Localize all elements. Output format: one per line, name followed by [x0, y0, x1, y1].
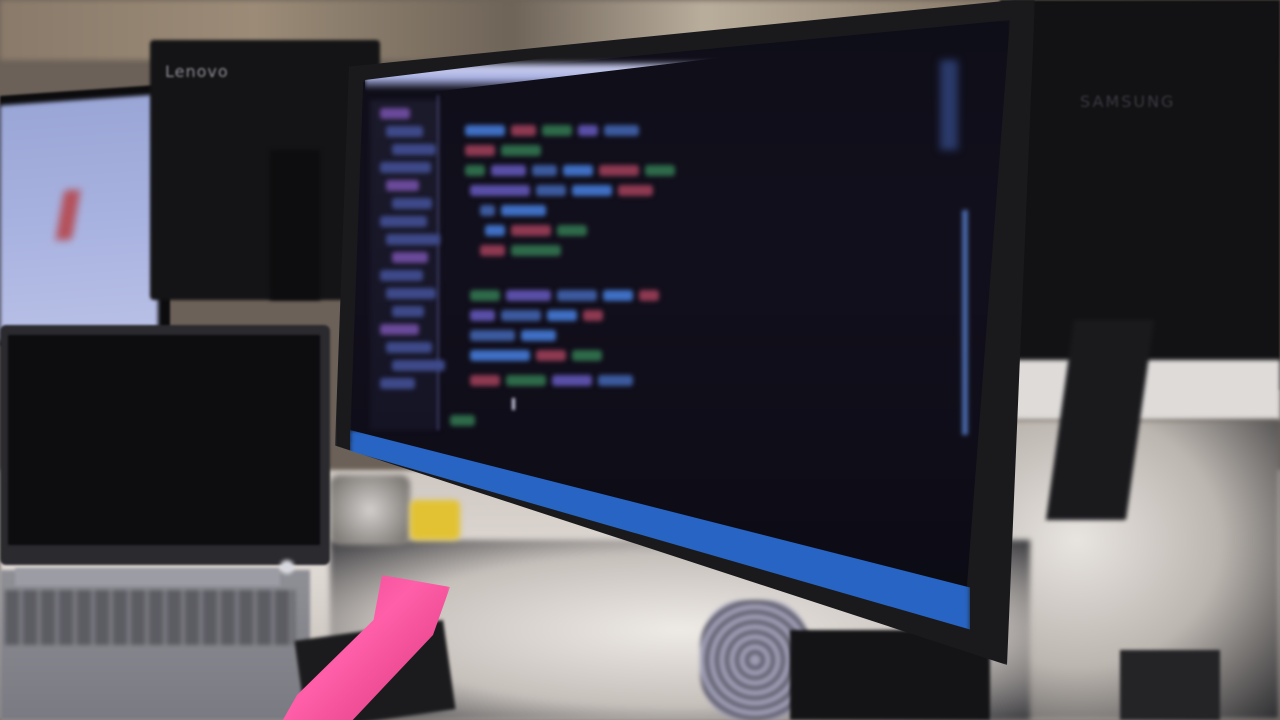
sidebar-entry [392, 252, 428, 263]
code-token [470, 330, 515, 341]
sidebar-entry [380, 270, 423, 281]
code-token [639, 290, 659, 301]
code-token [521, 330, 556, 341]
code-token [485, 225, 505, 236]
code-token [603, 290, 633, 301]
sidebar-entry [386, 342, 432, 353]
code-token [470, 290, 500, 301]
code-token [542, 125, 572, 136]
samsung-brand-label: SAMSUNG [1080, 92, 1176, 111]
code-token [470, 185, 530, 196]
code-token [572, 185, 612, 196]
code-token [470, 310, 495, 321]
code-token [450, 415, 475, 426]
editor-scrollbar [962, 209, 968, 436]
code-token [532, 165, 557, 176]
code-token [480, 245, 505, 256]
laptop-screen-off [8, 335, 320, 545]
code-token [578, 125, 598, 136]
code-token [511, 125, 536, 136]
sidebar-entry [386, 288, 436, 299]
code-token [506, 290, 551, 301]
sidebar-entry [380, 108, 410, 119]
code-token [563, 165, 593, 176]
laptop-keyboard [5, 590, 295, 645]
sidebar-entry [386, 234, 440, 245]
code-token [465, 145, 495, 156]
code-token [557, 225, 587, 236]
code-token [604, 125, 639, 136]
code-token [501, 205, 546, 216]
sidebar-entry [380, 216, 427, 227]
code-token [645, 165, 675, 176]
editor-gutter-divider [437, 95, 439, 430]
sidebar-entry [392, 198, 432, 209]
sidebar-entry [386, 126, 423, 137]
lenovo-brand-label: Lenovo [165, 62, 229, 81]
text-cursor [512, 398, 515, 410]
code-token [536, 350, 566, 361]
lenovo-monitor-stand [270, 150, 320, 300]
code-token [470, 350, 530, 361]
code-token [511, 225, 551, 236]
power-brick [1120, 650, 1220, 720]
sidebar-entry [380, 324, 419, 335]
code-token [598, 375, 633, 386]
code-token [506, 375, 546, 386]
code-token [557, 290, 597, 301]
code-token [618, 185, 653, 196]
yellow-object [410, 500, 460, 540]
sidebar-entry [392, 306, 424, 317]
code-token [491, 165, 526, 176]
laptop-power-led [280, 560, 294, 574]
sidebar-entry [392, 144, 436, 155]
code-token [480, 205, 495, 216]
code-token [465, 165, 485, 176]
code-token [583, 310, 603, 321]
code-token [536, 185, 566, 196]
photo-scene: Lenovo SAMSUNG [0, 0, 1280, 720]
code-token [599, 165, 639, 176]
code-token [572, 350, 602, 361]
code-token [547, 310, 577, 321]
code-token [501, 310, 541, 321]
code-token [511, 245, 561, 256]
sidebar-entry [380, 162, 431, 173]
sidebar-entry [386, 180, 419, 191]
code-token [552, 375, 592, 386]
laptop-hinge [15, 568, 280, 586]
sidebar-entry [392, 360, 445, 371]
code-token [470, 375, 500, 386]
sidebar-entry [380, 378, 415, 389]
far-left-monitor-screen [0, 94, 158, 341]
editor-minimap [940, 60, 958, 150]
code-token [501, 145, 541, 156]
code-token [465, 125, 505, 136]
glass-jar [330, 475, 410, 545]
